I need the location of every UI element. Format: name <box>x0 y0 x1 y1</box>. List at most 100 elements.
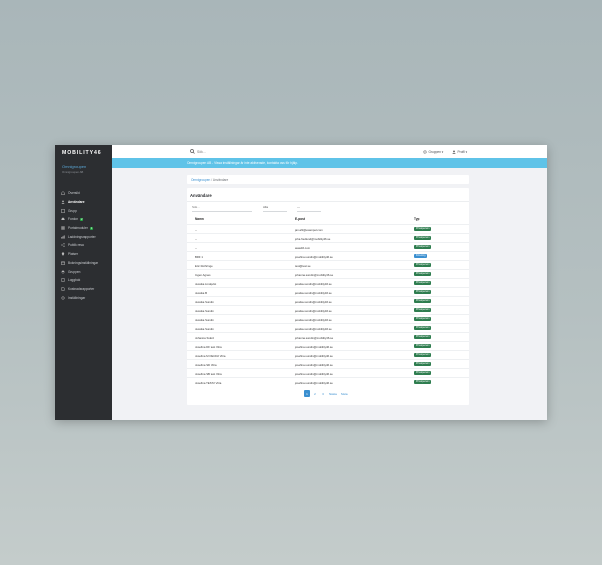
type-badge: Privatperson <box>414 344 432 348</box>
cell-email: josefina.sundin@mobility46.se <box>295 362 333 367</box>
sidebar-item-inställningar[interactable]: Inställningar <box>61 293 98 302</box>
table-header: Namn E-post Typ <box>195 217 463 223</box>
sidebar-nav: Översikt Användare Grupp Fordon 2 Portalmodul… <box>61 189 98 302</box>
table-row[interactable]: Josefina SD Vitra josefina.sundin@mobilit… <box>187 359 469 368</box>
type-badge: Privatperson <box>414 290 432 294</box>
cell-name: Ingen Agnes <box>195 272 211 277</box>
cell-email: josefina.sundin@mobility46.se <box>295 353 333 358</box>
sidebar-item-label: Loggbok <box>68 278 81 283</box>
top-bar: Gruppen ▾ Profil ▾ <box>112 145 547 159</box>
table-row[interactable]: BRF 1 josefina.sundin@mobility46.se Föreni… <box>187 251 469 260</box>
page-3-button[interactable]: 3 <box>320 390 326 397</box>
cell-email: josefina.sundin@mobility46.se <box>295 380 333 385</box>
table-row[interactable]: -- asas46.com Privatperson <box>187 242 469 251</box>
table-row[interactable]: Jessika Lindqvist jessika.sundin@mobility… <box>187 278 469 287</box>
breadcrumb-home-link[interactable]: Omnigroupen <box>191 178 210 182</box>
table-row[interactable]: -- jan.ahl@exampel.com Privatperson <box>187 224 469 233</box>
notice-banner: Omnigroupen AB - Vissa inställningar är … <box>112 158 547 168</box>
cell-name: Josefina DF test Vitra <box>195 344 222 349</box>
sidebar-item-label: Bokningsinställningar <box>68 260 99 265</box>
sidebar-item-laddningsrapporter[interactable]: Laddningsrapporter <box>61 232 98 241</box>
column-header-type[interactable]: Typ <box>414 217 419 221</box>
type-badge: Privatperson <box>414 380 432 384</box>
table-row[interactable]: Jessika Sundin jessika.sundin@mobility46.… <box>187 323 469 332</box>
type-badge: Privatperson <box>414 353 432 357</box>
table-row[interactable]: Josefina SB test Vitra josefina.sundin@mo… <box>187 368 469 377</box>
sidebar-item-grupp[interactable]: Grupp <box>61 206 98 215</box>
car-icon <box>61 217 65 221</box>
page-title: Användare <box>190 193 212 198</box>
notice-text: Omnigroupen AB - Vissa inställningar är … <box>187 161 298 165</box>
sidebar-item-portalmoduler[interactable]: Portalmoduler 1 <box>61 224 98 233</box>
sidebar-item-fordon[interactable]: Fordon 2 <box>61 215 98 224</box>
column-header-email[interactable]: E-post <box>295 217 305 221</box>
organization-subtitle: Omnigroupen AB <box>62 170 84 174</box>
cell-email: joha.frediund@mobility46.se <box>295 236 331 241</box>
cell-email: asas46.com <box>295 245 311 250</box>
sidebar-item-bokningsinställningar[interactable]: Bokningsinställningar <box>61 259 98 268</box>
cell-email: jessika.sundin@mobility46.se <box>295 281 332 286</box>
cell-email: jessika.sundin@mobility46.se <box>295 308 332 313</box>
sidebar-item-platser[interactable]: Platser <box>61 250 98 259</box>
table-row[interactable]: Eric Rothringe test@test.se Privatperson <box>187 260 469 269</box>
table-row[interactable]: Josefina DF test Vitra josefina.sundin@mo… <box>187 341 469 350</box>
next-page-button[interactable]: Nästa <box>328 390 338 397</box>
table-row[interactable]: Jessika B jessika.sundin@mobility46.se Pri… <box>187 287 469 296</box>
table-row[interactable]: Jessika Sundin jessika.sundin@mobility46.… <box>187 305 469 314</box>
sidebar-item-label: Laddningsrapporter <box>68 234 96 239</box>
cell-email: test@test.se <box>295 263 311 268</box>
sidebar-item-översikt[interactable]: Översikt <box>61 189 98 198</box>
table-row[interactable]: Josefina M OECD2 Vitra josefina.sundin@mo… <box>187 350 469 359</box>
breadcrumb: Omnigroupen / Användare <box>187 175 469 184</box>
gear-icon <box>61 295 65 300</box>
count-badge: 2 <box>80 217 84 221</box>
document-icon <box>61 287 65 291</box>
sidebar-item-gruppen[interactable]: Gruppen <box>61 267 98 276</box>
type-filter-select[interactable]: --- <box>297 205 321 212</box>
name-filter-input[interactable] <box>192 205 252 209</box>
organization-name[interactable]: Omnigroupen <box>62 164 86 169</box>
column-header-name[interactable]: Namn <box>195 217 204 221</box>
app-logo: MOBILITY46 <box>62 150 102 156</box>
table-row[interactable]: -- joha.frediund@mobility46.se Privatperso… <box>187 233 469 242</box>
sidebar-item-publik-resa[interactable]: Publik resa <box>61 241 98 250</box>
sidebar-item-loggbok[interactable]: Loggbok <box>61 276 98 285</box>
search-input[interactable] <box>197 148 317 155</box>
cell-email: josefina.sundin@mobility46.se <box>295 254 333 259</box>
type-badge: Förening <box>414 254 428 258</box>
table-row[interactable]: Jessika Sundin jessika.sundin@mobility46.… <box>187 314 469 323</box>
users-card: Användare Alla --- Namn E-post Typ -- jan… <box>187 188 469 405</box>
table-row[interactable]: Josefina TEST2 Vitra josefina.sundin@mobi… <box>187 377 469 386</box>
cell-name: -- <box>195 236 197 241</box>
cell-email: johanna.sundin@mobility46.se <box>295 335 334 340</box>
breadcrumb-current: Användare <box>212 178 229 182</box>
group-filter-select[interactable]: Alla <box>263 205 287 212</box>
sidebar-item-label: Publik resa <box>68 243 84 248</box>
page-1-button[interactable]: 1 <box>304 390 310 397</box>
user-icon <box>452 149 456 154</box>
sidebar-item-kostnadsrapporter[interactable]: Kostnadsrapporter <box>61 285 98 294</box>
table-row[interactable]: Jessika Sundin jessika.sundin@mobility46.… <box>187 296 469 305</box>
table-row[interactable]: Johanna Svärd johanna.sundin@mobility46.s… <box>187 332 469 341</box>
sidebar-item-label: Fordon <box>68 217 79 222</box>
cell-name: Eric Rothringe <box>195 263 213 268</box>
sidebar-item-label: Inställningar <box>68 295 86 300</box>
sidebar-item-label: Platser <box>68 252 78 257</box>
table-row[interactable]: Ingen Agnes johanna.sundin@mobility46.se P… <box>187 269 469 278</box>
type-badge: Privatperson <box>414 308 432 312</box>
cell-name: BRF 1 <box>195 254 203 259</box>
type-badge: Privatperson <box>414 236 432 240</box>
cell-name: Josefina SB test Vitra <box>195 371 222 376</box>
cell-name: Jessika Sundin <box>195 317 214 322</box>
sidebar-item-användare[interactable]: Användare <box>61 198 98 207</box>
cell-name: Josefina SD Vitra <box>195 362 217 367</box>
settings-menu-button[interactable]: Gruppen ▾ <box>423 148 443 155</box>
cell-email: jessika.sundin@mobility46.se <box>295 290 332 295</box>
last-page-button[interactable]: Sista <box>340 390 349 397</box>
sidebar-item-label: Översikt <box>68 191 80 196</box>
page-2-button[interactable]: 2 <box>312 390 318 397</box>
user-menu-button[interactable]: Profil ▾ <box>452 148 467 155</box>
sidebar: MOBILITY46 Omnigroupen Omnigroupen AB Öv… <box>55 145 112 420</box>
main-area: Gruppen ▾ Profil ▾ Omnigroupen AB - Viss… <box>112 145 547 420</box>
cell-email: johanna.sundin@mobility46.se <box>295 272 334 277</box>
